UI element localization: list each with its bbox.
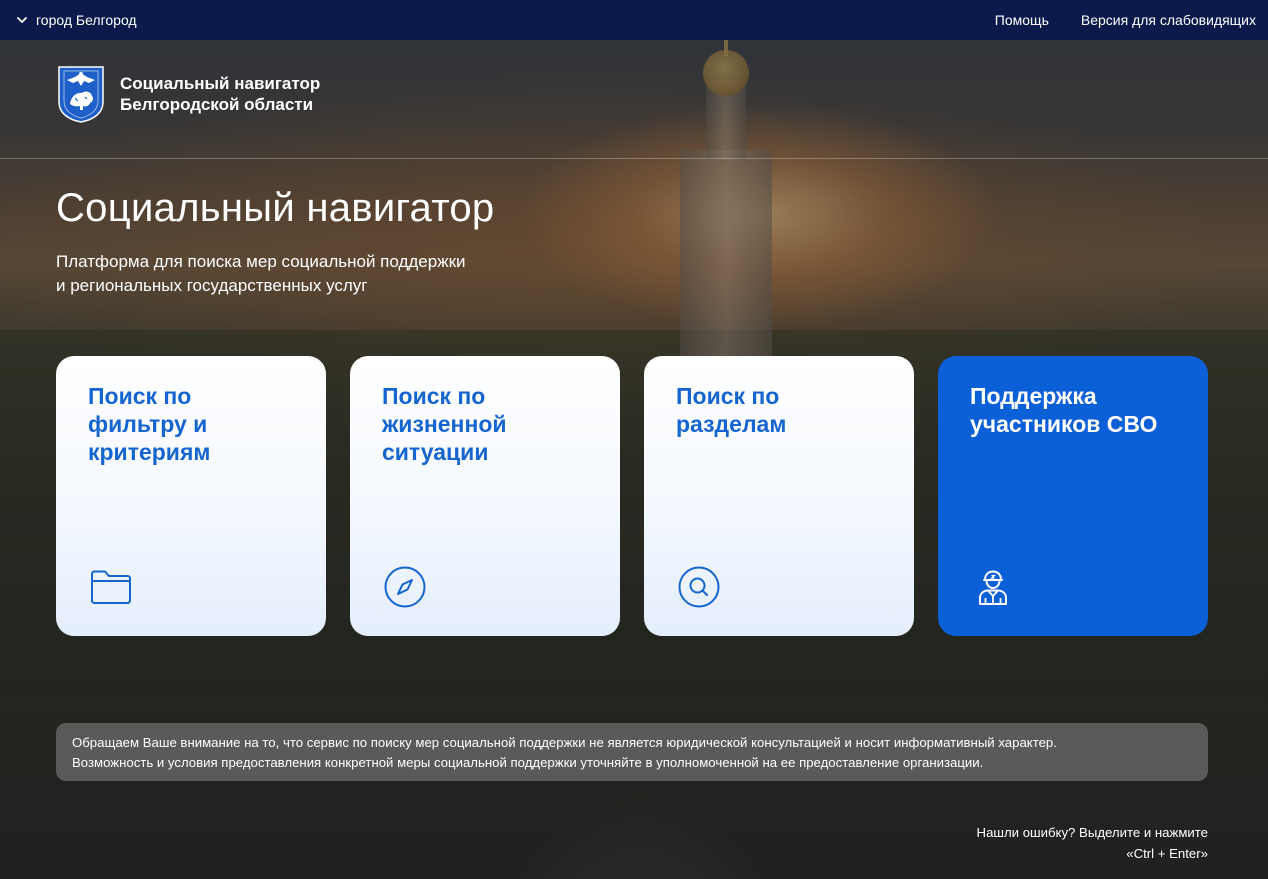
search-icon	[678, 566, 720, 608]
page-title: Социальный навигатор	[56, 186, 495, 230]
card-section-search[interactable]: Поиск по разделам	[644, 356, 914, 636]
chevron-down-icon	[17, 17, 27, 23]
page-subtitle: Платформа для поиска мер социальной подд…	[56, 250, 576, 298]
error-hint-line-2: «Ctrl + Enter»	[1126, 846, 1208, 861]
belgorod-coat-of-arms-icon[interactable]	[56, 64, 106, 124]
city-selector[interactable]: город Белгород	[16, 12, 137, 28]
brand-line-1: Социальный навигатор	[120, 74, 321, 93]
accessibility-link[interactable]: Версия для слабовидящих	[1081, 12, 1256, 28]
brand-title[interactable]: Социальный навигатор Белгородской област…	[120, 73, 320, 115]
header-divider	[0, 158, 1268, 159]
notice-line-1: Обращаем Ваше внимание на то, что сервис…	[72, 735, 1057, 750]
soldier-icon	[979, 570, 1007, 605]
disclaimer-notice: Обращаем Ваше внимание на то, что сервис…	[56, 723, 1208, 781]
subtitle-line-2: и региональных государственных услуг	[56, 276, 368, 295]
error-report-hint: Нашли ошибку? Выделите и нажмите «Ctrl +…	[977, 822, 1208, 864]
folder-icon	[91, 570, 131, 604]
top-bar: город Белгород Помощь Версия для слабови…	[0, 0, 1268, 40]
city-label: город Белгород	[36, 12, 137, 28]
search-cards: Поиск по фильтру и критериям Поиск по жи…	[56, 356, 1208, 636]
help-link[interactable]: Помощь	[995, 12, 1049, 28]
card-life-situation-search[interactable]: Поиск по жизненной ситуации	[350, 356, 620, 636]
card-label: Поиск по фильтру и критериям	[88, 383, 211, 465]
notice-line-2: Возможность и условия предоставления кон…	[72, 755, 984, 770]
top-links: Помощь Версия для слабовидящих	[995, 12, 1256, 28]
brand-line-2: Белгородской области	[120, 95, 314, 114]
error-hint-line-1: Нашли ошибку? Выделите и нажмите	[976, 825, 1208, 840]
card-label: Поиск по разделам	[676, 383, 787, 437]
site-header: Социальный навигатор Белгородской област…	[56, 64, 320, 124]
card-label: Поддержка участников СВО	[970, 383, 1158, 437]
card-filter-search[interactable]: Поиск по фильтру и критериям	[56, 356, 326, 636]
compass-icon	[384, 566, 426, 608]
subtitle-line-1: Платформа для поиска мер социальной подд…	[56, 252, 466, 271]
card-svo-support[interactable]: Поддержка участников СВО	[938, 356, 1208, 636]
card-label: Поиск по жизненной ситуации	[382, 383, 507, 465]
